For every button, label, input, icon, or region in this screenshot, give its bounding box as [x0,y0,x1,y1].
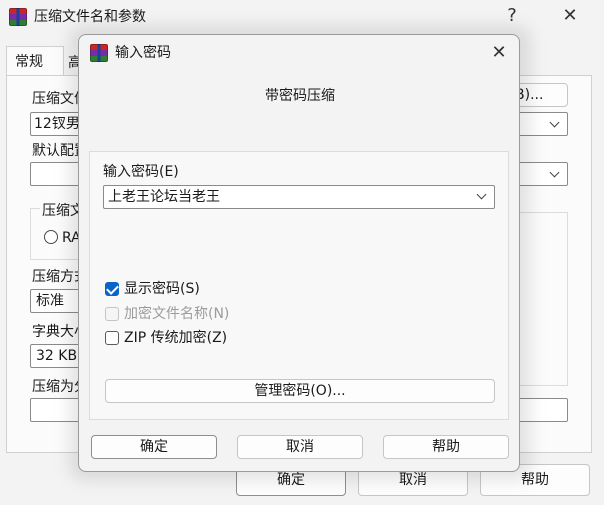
dialog-ok-button[interactable]: 确定 [91,435,217,459]
zip-legacy-label: ZIP 传统加密(Z) [124,330,228,346]
compression-method-value: 标准 [36,293,64,309]
show-password-label: 显示密码(S) [124,281,200,297]
dialog-help-button[interactable]: 帮助 [383,435,509,459]
show-password-checkbox[interactable] [105,282,119,296]
dialog-title: 输入密码 [115,45,171,61]
dialog-close-icon[interactable]: ✕ [489,44,509,64]
manage-passwords-button[interactable]: 管理密码(O)... [105,379,495,403]
chevron-down-icon[interactable] [476,189,487,200]
winrar-app-icon [90,44,108,62]
tab-general-label: 常规 [15,54,43,70]
window-title: 压缩文件名和参数 [34,9,146,25]
dialog-cancel-button[interactable]: 取消 [237,435,363,459]
tab-general[interactable]: 常规 [6,46,64,76]
help-icon[interactable]: ? [502,7,522,27]
dialog-heading: 带密码压缩 [265,88,335,104]
chevron-down-icon [549,167,560,178]
rar-format-radio[interactable] [44,230,58,244]
encrypt-filenames-checkbox[interactable] [105,307,119,321]
winrar-app-icon [9,8,27,26]
close-icon[interactable]: ✕ [560,7,580,27]
zip-legacy-checkbox[interactable] [105,331,119,345]
password-value: 上老王论坛当老王 [108,189,220,205]
password-combobox[interactable]: 上老王论坛当老王 [103,185,495,209]
encrypt-filenames-label: 加密文件名称(N) [124,306,230,322]
password-dialog: 输入密码 ✕ 带密码压缩 输入密码(E) 上老王论坛当老王 显示密码(S) 加密… [78,34,520,472]
chevron-down-icon [549,117,560,128]
password-label: 输入密码(E) [103,164,179,180]
